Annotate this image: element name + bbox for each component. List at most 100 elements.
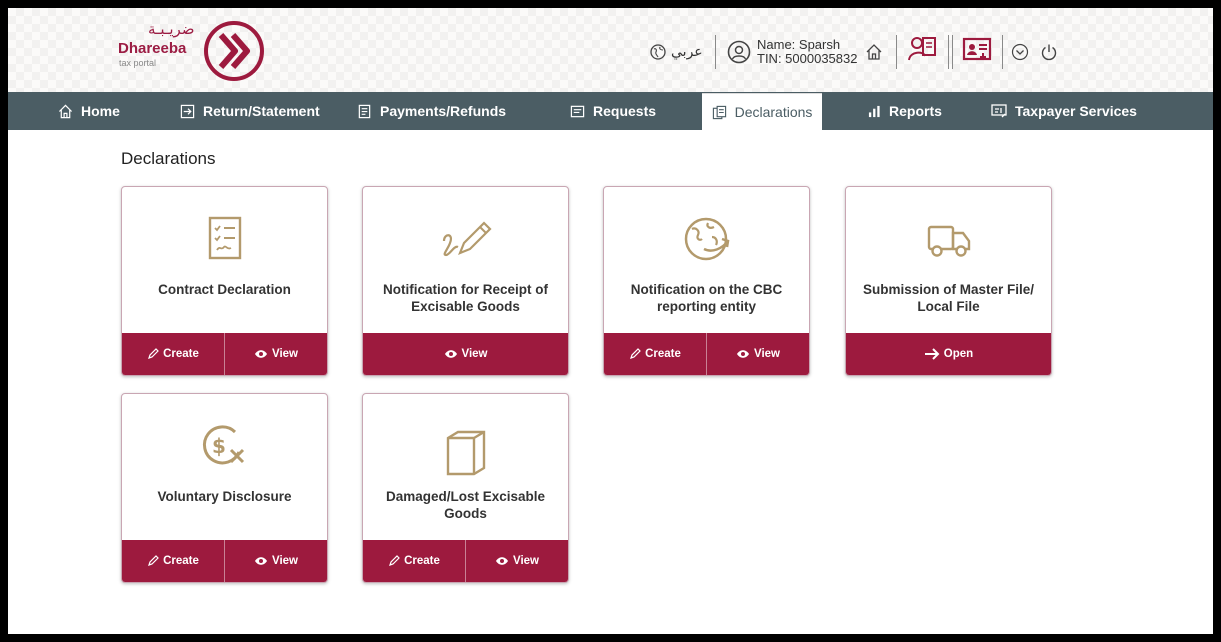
view-button[interactable]: View xyxy=(224,540,327,582)
chevron-down-icon xyxy=(1011,43,1029,61)
nav-label: Reports xyxy=(889,103,942,119)
nav-item-requests[interactable]: Requests xyxy=(570,92,656,130)
header-bar: ضريـبـة Dhareeba tax portal عربي Name: S… xyxy=(8,8,1213,92)
page-title: Declarations xyxy=(121,149,216,168)
open-label: Open xyxy=(943,348,974,360)
view-button[interactable]: View xyxy=(706,333,809,375)
logout-button[interactable] xyxy=(1040,34,1058,70)
nav-label: Return/Statement xyxy=(203,103,320,119)
globe-arrow-icon xyxy=(604,215,809,263)
view-label: View xyxy=(272,555,298,567)
nav-item-taxpayer-services[interactable]: Taxpayer Services xyxy=(991,92,1137,130)
main-nav: Home Return/Statement Payments/Refunds R… xyxy=(8,92,1213,130)
app-window: ضريـبـة Dhareeba tax portal عربي Name: S… xyxy=(8,8,1213,634)
nav-item-return-statement[interactable]: Return/Statement xyxy=(180,92,320,130)
create-button[interactable]: Create xyxy=(122,540,224,582)
view-button[interactable]: View xyxy=(224,333,327,375)
user-name: Name: Sparsh xyxy=(757,37,841,52)
header-divider xyxy=(896,35,897,69)
card-voluntary-disclosure: $ Voluntary Disclosure Create View xyxy=(121,393,328,583)
header-divider xyxy=(1002,35,1003,69)
eye-icon xyxy=(255,350,267,358)
logo-sub-text: tax portal xyxy=(119,58,157,68)
create-label: Create xyxy=(163,555,199,567)
card-actions: Open xyxy=(846,333,1051,375)
signature-pen-icon xyxy=(363,215,568,261)
create-button[interactable]: Create xyxy=(122,333,224,375)
nav-label: Declarations xyxy=(734,104,813,120)
card-title: Submission of Master File/ Local File xyxy=(862,282,1035,314)
requests-icon xyxy=(570,104,585,119)
pencil-icon xyxy=(389,555,400,566)
declarations-icon xyxy=(712,105,727,120)
logo-mark-icon xyxy=(204,21,264,81)
home-icon xyxy=(865,43,883,61)
dhareeba-logo[interactable]: ضريـبـة Dhareeba tax portal xyxy=(118,20,268,82)
user-book-icon xyxy=(907,34,937,64)
card-contract-declaration: Contract Declaration Create View xyxy=(121,186,328,376)
card-title: Contract Declaration xyxy=(158,282,291,297)
eye-icon xyxy=(737,350,749,358)
bar-chart-icon xyxy=(868,105,881,118)
view-button[interactable]: View xyxy=(363,333,568,375)
pencil-icon xyxy=(148,348,159,359)
card-actions: Create View xyxy=(363,540,568,582)
user-profile[interactable]: Name: Sparsh TIN: 5000035832 xyxy=(727,34,857,70)
id-card-button[interactable] xyxy=(962,32,992,68)
create-label: Create xyxy=(645,348,681,360)
logo-arabic-text: ضريـبـة xyxy=(148,20,195,38)
home-icon xyxy=(58,104,73,119)
create-button[interactable]: Create xyxy=(604,333,706,375)
view-label: View xyxy=(754,348,780,360)
language-label: عربي xyxy=(671,44,703,60)
create-button[interactable]: Create xyxy=(363,540,465,582)
power-icon xyxy=(1040,43,1058,61)
card-damaged-lost-excisable-goods: Damaged/Lost Excisable Goods Create View xyxy=(362,393,569,583)
eye-icon xyxy=(444,350,457,358)
view-label: View xyxy=(513,555,539,567)
card-notification-receipt-excisable-goods: Notification for Receipt of Excisable Go… xyxy=(362,186,569,376)
card-title: Notification on the CBC reporting entity xyxy=(630,282,783,314)
card-notification-cbc-reporting-entity: Notification on the CBC reporting entity… xyxy=(603,186,810,376)
view-label: View xyxy=(461,348,488,360)
arrow-right-icon xyxy=(924,348,940,360)
header-divider xyxy=(952,35,953,69)
nav-label: Home xyxy=(81,103,120,119)
card-title: Voluntary Disclosure xyxy=(157,489,292,504)
nav-label: Payments/Refunds xyxy=(380,103,507,119)
card-actions: Create View xyxy=(122,333,327,375)
header-divider xyxy=(948,35,949,69)
nav-label: Requests xyxy=(593,103,657,119)
nav-item-reports[interactable]: Reports xyxy=(868,92,942,130)
svg-text:$: $ xyxy=(212,434,226,458)
user-info: Name: Sparsh TIN: 5000035832 xyxy=(757,38,857,66)
return-icon xyxy=(180,104,195,119)
open-button[interactable]: Open xyxy=(846,333,1051,375)
view-label: View xyxy=(272,348,298,360)
nav-item-declarations[interactable]: Declarations xyxy=(702,93,822,130)
logo-brand-text: Dhareeba xyxy=(118,40,187,57)
card-title: Notification for Receipt of Excisable Go… xyxy=(383,282,548,314)
manual-button[interactable] xyxy=(907,31,937,67)
header-divider xyxy=(715,35,716,69)
box-icon xyxy=(363,430,568,476)
dropdown-toggle-button[interactable] xyxy=(1011,34,1029,70)
language-switch[interactable]: عربي xyxy=(650,34,703,70)
card-actions: Create View xyxy=(122,540,327,582)
nav-item-payments-refunds[interactable]: Payments/Refunds xyxy=(357,92,506,130)
payments-icon xyxy=(357,104,372,119)
pencil-icon xyxy=(630,348,641,359)
home-shortcut-button[interactable] xyxy=(865,34,883,70)
user-icon xyxy=(727,40,751,64)
create-label: Create xyxy=(404,555,440,567)
create-label: Create xyxy=(163,348,199,360)
pencil-icon xyxy=(148,555,159,566)
view-button[interactable]: View xyxy=(465,540,568,582)
card-submission-master-local-file: Submission of Master File/ Local File Op… xyxy=(845,186,1052,376)
card-actions: Create View xyxy=(604,333,809,375)
checklist-icon xyxy=(122,215,327,261)
nav-item-home[interactable]: Home xyxy=(58,92,120,130)
dollar-x-icon: $ xyxy=(122,422,327,470)
services-icon xyxy=(991,104,1007,118)
globe-icon xyxy=(650,44,666,60)
